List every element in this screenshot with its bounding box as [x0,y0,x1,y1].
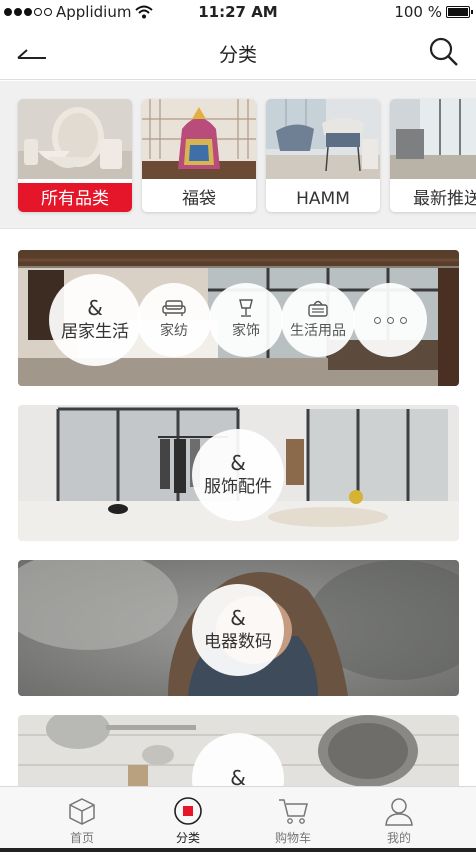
sub-category-label: 家饰 [232,323,260,339]
category-strip[interactable]: 所有品类 福袋 HAMM 最新推送 [0,81,476,229]
category-banner-list[interactable]: & 居家生活 家纺 家饰 生活用品 & 服饰配件 & 电器数码 & [0,230,476,786]
sub-category-textiles[interactable]: 家纺 [137,283,211,357]
main-category-label: 电器数码 [204,632,272,652]
banner-home-living[interactable]: & 居家生活 家纺 家饰 生活用品 [18,250,459,386]
banner-apparel[interactable]: & 服饰配件 [18,405,459,541]
main-category-electronics[interactable]: & 电器数码 [192,584,284,676]
main-category-label: 服饰配件 [204,477,272,497]
sub-category-decor[interactable]: 家饰 [209,283,283,357]
page-title: 分类 [218,44,257,66]
tab-label: 购物车 [274,831,311,845]
sofa-icon [162,300,186,316]
sub-category-daily-goods[interactable]: 生活用品 [281,283,355,357]
main-category-apparel[interactable]: & 服饰配件 [192,429,284,521]
ampersand-mark: & [230,606,246,630]
battery-icon [446,6,473,18]
category-card-all[interactable]: 所有品类 [18,99,132,212]
ampersand-mark: & [230,766,246,786]
category-label: 所有品类 [18,183,132,212]
category-image [18,99,132,179]
category-label: 福袋 [182,189,216,209]
category-card-lucky-bag[interactable]: 福袋 [142,99,256,212]
tab-cart[interactable]: 购物车 [248,795,338,846]
tab-label: 分类 [175,831,200,845]
more-categories-button[interactable] [353,283,427,357]
status-bar: Applidium 11:27 AM 100 % [0,0,476,24]
category-card-latest[interactable]: 最新推送 [390,99,476,212]
nav-bar: 分类 [0,24,476,80]
ampersand-mark: & [87,296,103,320]
category-label: 最新推送 [413,189,476,209]
search-icon[interactable] [428,36,460,68]
status-right: 100 % [394,3,473,21]
category-target-icon [174,797,202,825]
tab-label: 我的 [386,831,411,845]
category-image [142,99,256,179]
category-label: HAMM [296,189,350,209]
banner-electronics[interactable]: & 电器数码 [18,560,459,696]
banner-kitchen[interactable]: & [18,715,459,786]
category-image [266,99,380,179]
sub-category-label: 生活用品 [290,323,346,339]
user-icon [385,798,413,826]
category-image [390,99,476,179]
battery-percent: 100 % [394,3,442,21]
basket-icon [308,300,328,317]
cart-icon [279,799,308,824]
tab-category[interactable]: 分类 [143,795,233,846]
ampersand-mark: & [230,451,246,475]
more-dots-icon [373,316,407,324]
tab-bar: 首页 分类 购物车 我的 [0,786,476,852]
tab-profile[interactable]: 我的 [354,795,444,846]
main-category-label: 居家生活 [61,322,129,342]
lamp-icon [239,299,253,317]
main-category-home-living[interactable]: & 居家生活 [49,274,141,366]
category-card-hamm[interactable]: HAMM [266,99,380,212]
tab-label: 首页 [69,831,94,845]
tab-home[interactable]: 首页 [37,795,127,846]
box-icon [69,798,95,825]
sub-category-label: 家纺 [160,323,188,339]
home-indicator [0,848,476,852]
